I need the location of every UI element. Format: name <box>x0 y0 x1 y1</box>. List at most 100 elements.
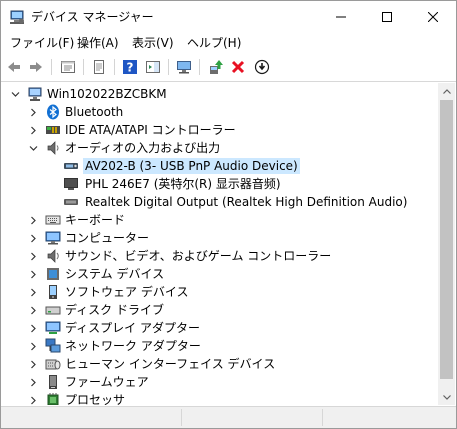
expand-arrow-icon[interactable] <box>28 124 38 136</box>
driver-details-button[interactable] <box>90 58 108 76</box>
expand-arrow-icon[interactable] <box>28 250 38 262</box>
menu-help[interactable]: ヘルプ(H) <box>187 35 241 51</box>
tree-item-disk-drives[interactable]: ディスク ドライブ <box>1 301 438 319</box>
tree-item-label: サウンド、ビデオ、およびゲーム コントローラー <box>65 249 332 263</box>
tree-item-display-adapters[interactable]: ディスプレイ アダプター <box>1 319 438 337</box>
network-adapter-icon <box>45 338 61 354</box>
scroll-up-button[interactable] <box>438 83 455 100</box>
expand-arrow-icon[interactable] <box>28 358 38 370</box>
status-bar-cell <box>323 409 453 426</box>
update-driver-icon <box>210 60 223 74</box>
update-driver-button[interactable] <box>207 58 225 76</box>
display-icon <box>177 61 191 74</box>
minimize-icon <box>336 16 346 17</box>
forward-icon <box>30 62 42 72</box>
driver-details-icon <box>94 60 104 74</box>
status-bar-cell <box>1 409 182 426</box>
device-manager-app-icon <box>9 9 25 25</box>
title-bar[interactable]: デバイス マネージャー <box>1 1 456 32</box>
close-icon <box>428 11 438 22</box>
uninstall-button[interactable] <box>229 58 247 76</box>
tree-root-label: Win102022BZCBKM <box>47 87 167 101</box>
properties-view-button[interactable] <box>59 58 77 76</box>
collapse-arrow-icon[interactable] <box>28 142 38 154</box>
tree-item-keyboard[interactable]: キーボード <box>1 211 438 229</box>
toolbar: ? <box>1 54 456 81</box>
menu-view[interactable]: 表示(V) <box>132 35 174 51</box>
tree-item-system-devices[interactable]: システム デバイス <box>1 265 438 283</box>
expand-arrow-icon[interactable] <box>28 322 38 334</box>
tree-item-label: キーボード <box>65 213 126 227</box>
menu-file[interactable]: ファイル(F) <box>10 35 74 51</box>
tree-child-av202b[interactable]: AV202-B (3- USB PnP Audio Device) <box>1 157 438 175</box>
forward-button[interactable] <box>27 58 45 76</box>
expand-arrow-icon[interactable] <box>28 304 38 316</box>
device-tree[interactable]: Win102022BZCBKM Bluetooth IDE ATA/ATAPI … <box>1 83 438 405</box>
tree-child-label-selected: AV202-B (3- USB PnP Audio Device) <box>83 158 300 174</box>
tree-item-computer[interactable]: コンピューター <box>1 229 438 247</box>
collapse-arrow-icon[interactable] <box>10 88 20 100</box>
scroll-down-button[interactable] <box>438 388 455 405</box>
back-button[interactable] <box>5 58 23 76</box>
tree-item-software-devices[interactable]: ソフトウェア デバイス <box>1 283 438 301</box>
expand-arrow-icon[interactable] <box>28 268 38 280</box>
status-bar <box>1 406 456 428</box>
action-pane-button[interactable] <box>144 58 162 76</box>
tree-item-label: IDE ATA/ATAPI コントローラー <box>65 123 236 137</box>
help-button[interactable]: ? <box>121 58 139 76</box>
status-bar-cell <box>182 409 323 426</box>
uninstall-icon <box>231 60 245 74</box>
device-manager-window: デバイス マネージャー ファイル(F) 操作(A) 表示(V) ヘルプ(H) ?… <box>0 0 457 429</box>
tree-item-label: ファームウェア <box>65 375 149 389</box>
toolbar-divider <box>1 81 456 82</box>
scrollbar-thumb[interactable] <box>440 100 453 379</box>
tree-item-network-adapters[interactable]: ネットワーク アダプター <box>1 337 438 355</box>
svg-text:?: ? <box>127 61 134 75</box>
tree-child-label: PHL 246E7 (英特尔(R) 显示器音频) <box>85 177 281 191</box>
display-button[interactable] <box>175 58 193 76</box>
expand-arrow-icon[interactable] <box>28 340 38 352</box>
software-device-icon <box>45 284 61 300</box>
tree-item-bluetooth[interactable]: Bluetooth <box>1 103 438 121</box>
toolbar-separator <box>168 59 169 75</box>
tree-item-processors[interactable]: プロセッサ <box>1 391 438 405</box>
tree-item-firmware[interactable]: ファームウェア <box>1 373 438 391</box>
expand-arrow-icon[interactable] <box>28 376 38 388</box>
minimize-button[interactable] <box>318 1 364 32</box>
tree-item-label: ヒューマン インターフェイス デバイス <box>65 357 276 371</box>
tree-item-ide-ata[interactable]: IDE ATA/ATAPI コントローラー <box>1 121 438 139</box>
help-icon: ? <box>123 60 137 75</box>
computer-icon <box>45 230 61 246</box>
tree-item-human-interface-devices[interactable]: ヒューマン インターフェイス デバイス <box>1 355 438 373</box>
tree-item-audio-io[interactable]: オーディオの入力および出力 <box>1 139 438 157</box>
system-device-icon <box>45 266 61 282</box>
close-button[interactable] <box>410 1 456 32</box>
maximize-icon <box>382 11 392 22</box>
tree-item-label: ディスプレイ アダプター <box>65 321 200 335</box>
monitor-icon <box>63 176 79 192</box>
tree-root-row[interactable]: Win102022BZCBKM <box>1 85 438 103</box>
sound-icon <box>45 248 61 264</box>
expand-arrow-icon[interactable] <box>28 286 38 298</box>
vertical-scrollbar[interactable] <box>438 83 455 405</box>
firmware-icon <box>45 374 61 390</box>
maximize-button[interactable] <box>364 1 410 32</box>
tree-child-realtek-digital-output[interactable]: Realtek Digital Output (Realtek High Def… <box>1 193 438 211</box>
back-icon <box>8 62 20 72</box>
hid-icon <box>45 356 61 372</box>
scan-hardware-button[interactable] <box>253 58 271 76</box>
tree-child-phl-246e7[interactable]: PHL 246E7 (英特尔(R) 显示器音频) <box>1 175 438 193</box>
expand-arrow-icon[interactable] <box>28 214 38 226</box>
window-title: デバイス マネージャー <box>31 10 154 24</box>
action-pane-icon <box>146 61 160 73</box>
expand-arrow-icon[interactable] <box>28 232 38 244</box>
expand-arrow-icon[interactable] <box>28 106 38 118</box>
expand-arrow-icon[interactable] <box>28 394 38 405</box>
properties-view-icon <box>61 61 75 73</box>
tree-item-sound-video-game[interactable]: サウンド、ビデオ、およびゲーム コントローラー <box>1 247 438 265</box>
computer-root-icon <box>27 86 43 102</box>
menu-action[interactable]: 操作(A) <box>77 35 119 51</box>
tree-child-label: Realtek Digital Output (Realtek High Def… <box>85 195 408 209</box>
tree-item-label: Bluetooth <box>65 105 124 119</box>
tree-item-label: プロセッサ <box>65 393 126 405</box>
